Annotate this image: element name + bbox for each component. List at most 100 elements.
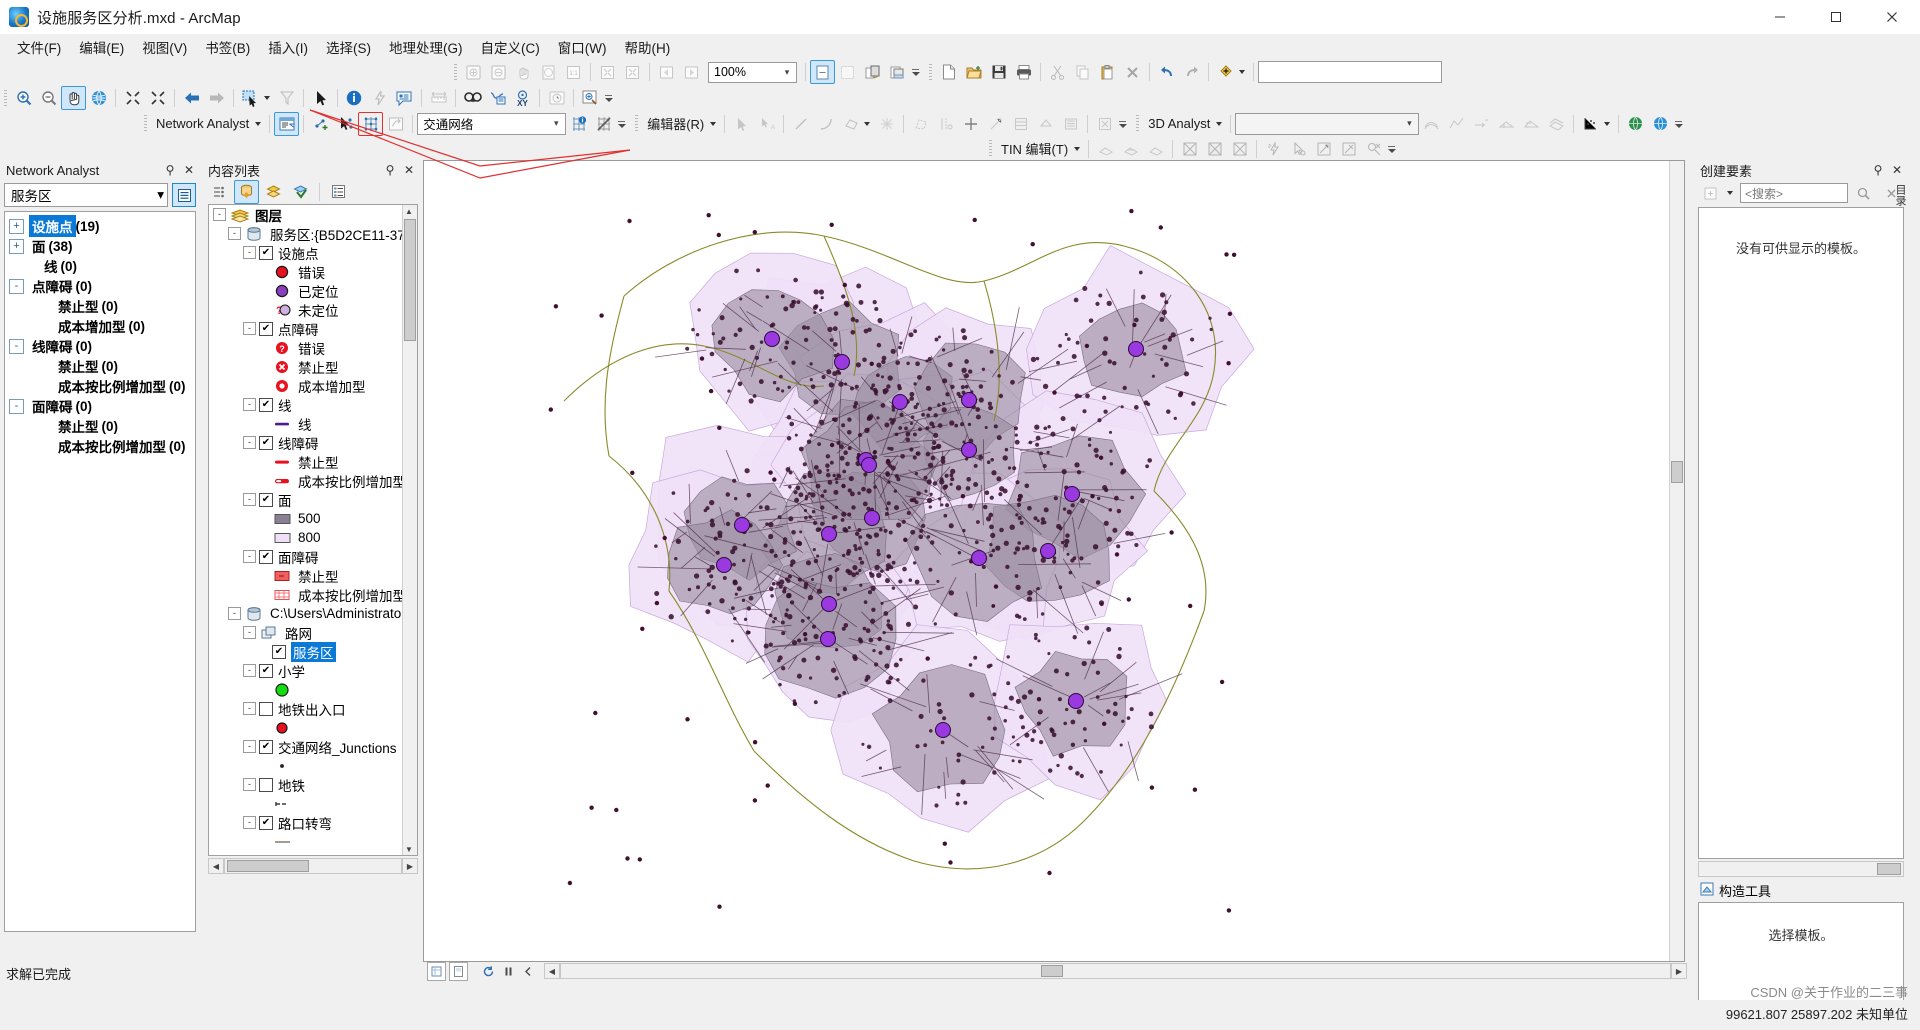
toc-row[interactable]: - ✔ 路口转弯	[209, 813, 417, 832]
toc-row[interactable]: 800	[209, 528, 417, 547]
curve-segment-icon[interactable]	[813, 112, 838, 136]
layer-visibility-checkbox[interactable]: ✔	[259, 245, 273, 260]
data-driven-pages-icon[interactable]	[885, 60, 910, 84]
facility-point[interactable]	[734, 517, 750, 533]
close-icon[interactable]: ✕	[181, 162, 197, 178]
tin-edge-select-icon[interactable]	[1227, 137, 1252, 161]
full-extent-icon[interactable]	[86, 86, 111, 110]
map-hscroll-track[interactable]	[560, 963, 1671, 979]
toc-row[interactable]	[209, 794, 417, 813]
na-tree-item[interactable]: + 面 (38)	[5, 236, 195, 256]
previous-extent-icon[interactable]	[179, 86, 204, 110]
zoom-in-icon[interactable]	[11, 86, 36, 110]
catalog-side-tab[interactable]: 目录	[1893, 184, 1908, 206]
arcglobe-icon[interactable]	[1648, 112, 1673, 136]
toc-row[interactable]: 线	[209, 414, 417, 433]
toolbar-grip[interactable]	[4, 89, 7, 107]
go-to-xy-icon[interactable]: XY	[510, 86, 535, 110]
na-tree-item[interactable]: - 点障碍 (0)	[5, 276, 195, 296]
toc-row[interactable]: - ✔ 小学	[209, 661, 417, 680]
map-vscroll-thumb[interactable]	[1671, 461, 1683, 483]
scroll-right-icon[interactable]: ▶	[402, 858, 418, 874]
menu-insert[interactable]: 插入(I)	[259, 34, 317, 60]
toc-row[interactable]: ✔ 服务区	[209, 641, 417, 662]
cut-icon[interactable]	[1045, 60, 1070, 84]
toc-row[interactable]: -✔ 地铁	[209, 775, 417, 794]
search-input[interactable]: <搜索>	[1740, 183, 1848, 203]
toc-row[interactable]	[209, 718, 417, 737]
collapse-icon[interactable]: -	[243, 626, 256, 639]
network-dataset-combo[interactable]: 交通网络 ▾	[417, 112, 567, 135]
toc-row[interactable]: 已定位	[209, 281, 417, 300]
network-analyst-window-icon[interactable]	[274, 111, 300, 136]
facility-point[interactable]	[1128, 341, 1144, 357]
facility-point[interactable]	[961, 442, 977, 458]
maximize-button[interactable]	[1808, 0, 1864, 34]
menu-bookmarks[interactable]: 书签(B)	[196, 34, 259, 60]
toc-hscroll-track[interactable]	[224, 858, 402, 874]
tin-delete-node-icon[interactable]	[1336, 137, 1361, 161]
layer-visibility-checkbox[interactable]: ✔	[272, 644, 286, 659]
new-map-icon[interactable]	[936, 60, 961, 84]
undo-icon[interactable]	[1154, 60, 1179, 84]
cf-hscroll-track[interactable]	[1698, 861, 1904, 877]
cf-hscroll-thumb[interactable]	[1877, 863, 1901, 875]
scroll-up-icon[interactable]: ▲	[403, 205, 415, 217]
measure-icon[interactable]	[426, 86, 451, 110]
pan-page-icon[interactable]	[511, 60, 536, 84]
toc-hscroll-thumb[interactable]	[227, 860, 309, 872]
create-network-location-icon[interactable]	[308, 112, 333, 136]
tin-edge-fill-icon[interactable]	[1202, 137, 1227, 161]
map-scroll-left-icon[interactable]: ◀	[544, 963, 560, 979]
na-tree-item[interactable]: 禁止型 (0)	[5, 416, 195, 436]
dot-dark-icon[interactable]	[272, 758, 294, 774]
toc-row[interactable]	[209, 756, 417, 775]
layer-visibility-checkbox[interactable]: ✔	[259, 549, 273, 564]
network-analyst-tree[interactable]: + 设施点 (19) + 面 (38) 线 (0) - 点障碍 (0) 禁止型 (0) 成本增加…	[4, 211, 196, 932]
zoom-percent-combo[interactable]: 100% ▾	[708, 61, 797, 83]
refresh-layout-icon[interactable]	[835, 60, 860, 84]
line-thin-icon[interactable]	[272, 834, 294, 850]
fixed-zoom-in-icon[interactable]	[595, 60, 620, 84]
layer-visibility-checkbox[interactable]: ✔	[259, 435, 273, 450]
circle-red-icon[interactable]	[272, 264, 294, 280]
collapse-icon[interactable]: -	[9, 278, 24, 294]
find-icon[interactable]	[460, 86, 485, 110]
toc-row[interactable]: ? 未定位	[209, 300, 417, 319]
toc-row[interactable]: - ✔ 线障碍	[209, 433, 417, 452]
copy-icon[interactable]	[1070, 60, 1095, 84]
toolbar-grip[interactable]	[635, 115, 639, 132]
layout-view-icon[interactable]	[449, 961, 468, 981]
editor-menu[interactable]: 编辑器(R)	[642, 114, 709, 133]
refresh-icon[interactable]	[480, 963, 497, 980]
line-of-sight-icon[interactable]	[1519, 112, 1544, 136]
facility-point[interactable]	[971, 550, 987, 566]
toolbar-grip[interactable]	[144, 115, 147, 132]
map-scroll-right-icon[interactable]: ▶	[1671, 963, 1687, 979]
new-template-dropdown-icon[interactable]	[1727, 191, 1733, 195]
toc-row[interactable]: - 图层	[209, 205, 417, 224]
toc-row[interactable]: - ✔ 线	[209, 395, 417, 414]
collapse-icon[interactable]: -	[228, 227, 241, 240]
toc-row[interactable]: - ✔ 设施点	[209, 243, 417, 262]
steepest-path-icon[interactable]	[1469, 112, 1494, 136]
facility-point[interactable]	[764, 331, 780, 347]
network-directions-icon[interactable]	[383, 112, 408, 136]
collapse-icon[interactable]: -	[228, 607, 241, 620]
collapse-icon[interactable]: -	[243, 702, 256, 715]
standard-combo[interactable]	[1258, 61, 1442, 83]
collapse-icon[interactable]: -	[243, 778, 256, 791]
clear-selection-icon[interactable]	[274, 86, 299, 110]
facility-point[interactable]	[716, 557, 732, 573]
tin-node-pick-icon[interactable]	[1286, 137, 1311, 161]
toolbar-overflow-button[interactable]	[616, 113, 627, 135]
straight-segment-icon[interactable]	[788, 112, 813, 136]
edit-annotation-tool-icon[interactable]: A	[754, 112, 779, 136]
toc-vertical-scrollbar[interactable]: ▲ ▼	[402, 205, 417, 855]
toolbar-grip[interactable]	[989, 140, 992, 157]
na-tree-item[interactable]: + 设施点 (19)	[5, 215, 195, 237]
na-tree-item[interactable]: 成本增加型 (0)	[5, 316, 195, 336]
zoom-out-page-icon[interactable]	[486, 60, 511, 84]
facility-point[interactable]	[892, 394, 908, 410]
zoom-in-page-icon[interactable]	[461, 60, 486, 84]
